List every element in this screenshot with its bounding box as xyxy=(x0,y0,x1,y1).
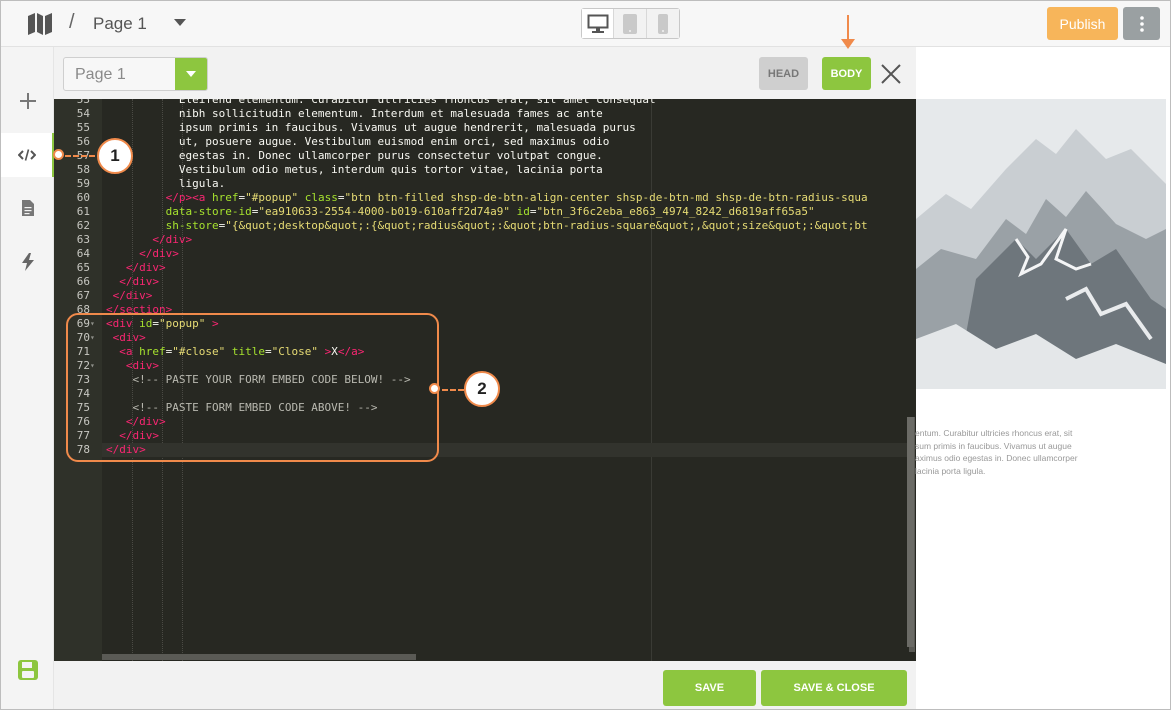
code-text: sh-store="{&quot;desktop&quot;:{&quot;ra… xyxy=(165,219,868,232)
sidebar-item-add[interactable] xyxy=(1,79,54,123)
code-line[interactable]: 60 </p><a href="#popup" class="btn btn-f… xyxy=(77,191,914,205)
code-line[interactable]: 56 ut, posuere augue. Vestibulum euismod… xyxy=(77,135,914,149)
code-line[interactable]: 62 sh-store="{&quot;desktop&quot;:{&quot… xyxy=(77,219,914,233)
line-number: 53 xyxy=(76,99,90,106)
phone-icon xyxy=(657,13,668,34)
page-select[interactable]: Page 1 xyxy=(63,57,208,91)
line-number: 54 xyxy=(76,107,90,120)
code-panel-footer: SAVE SAVE & CLOSE xyxy=(54,661,916,709)
code-line[interactable]: 53 Eleifend elementum. Curabitur ultrici… xyxy=(77,99,914,107)
desktop-view-button[interactable] xyxy=(582,9,615,38)
code-text: </div> xyxy=(152,233,193,246)
code-text: egestas in. Donec ullamcorper purus cons… xyxy=(106,149,603,162)
code-line[interactable]: 58 Vestibulum odio metus, interdum quis … xyxy=(77,163,914,177)
save-button[interactable]: SAVE xyxy=(663,670,756,706)
callout-badge-2: 2 xyxy=(464,371,500,407)
sidebar-item-save[interactable] xyxy=(1,648,54,692)
code-line[interactable]: 64 </div> xyxy=(77,247,914,261)
hero-mountain-image xyxy=(916,99,1166,389)
line-number: 63 xyxy=(76,233,90,246)
head-tab-button[interactable]: HEAD xyxy=(759,57,808,90)
document-icon xyxy=(21,200,34,216)
preview-paragraph: entum. Curabitur ultricies rhoncus erat,… xyxy=(915,427,1165,477)
tablet-view-button[interactable] xyxy=(614,9,647,38)
preview-text-line: sum primis in faucibus. Vivamus ut augue xyxy=(915,440,1072,451)
preview-text-line: lacinia porta ligula. xyxy=(915,465,986,476)
sidebar-item-pages[interactable] xyxy=(1,186,54,230)
code-line[interactable]: 63 </div> xyxy=(77,233,914,247)
annotation-dot xyxy=(429,383,440,394)
code-panel-header: Page 1 HEAD BODY xyxy=(54,47,916,99)
sidebar-item-actions[interactable] xyxy=(1,240,54,284)
chevron-down-icon[interactable] xyxy=(175,58,207,90)
floppy-disk-icon xyxy=(17,660,38,680)
annotation-leader xyxy=(442,389,464,391)
sidebar-item-code[interactable] xyxy=(1,133,54,177)
code-line[interactable]: 67 </div> xyxy=(77,289,914,303)
line-number: 56 xyxy=(76,135,90,148)
code-text: </p><a href="#popup" class="btn btn-fill… xyxy=(165,191,868,204)
desktop-icon xyxy=(587,14,609,33)
plus-icon xyxy=(19,93,36,109)
annotation-arrow xyxy=(847,15,849,41)
code-line[interactable]: 59 ligula. xyxy=(77,177,914,191)
line-number: 60 xyxy=(76,191,90,204)
phone-view-button[interactable] xyxy=(646,9,679,38)
line-number: 61 xyxy=(76,205,90,218)
code-text: Vestibulum odio metus, interdum quis tor… xyxy=(106,163,603,176)
publish-button[interactable]: Publish xyxy=(1047,7,1118,40)
annotation-leader xyxy=(65,155,95,157)
code-text: ipsum primis in faucibus. Vivamus ut aug… xyxy=(106,121,636,134)
more-vertical-icon xyxy=(1139,15,1144,32)
more-options-button[interactable] xyxy=(1123,7,1160,40)
breadcrumb-separator: / xyxy=(69,11,75,33)
code-line[interactable]: 55 ipsum primis in faucibus. Vivamus ut … xyxy=(77,121,914,135)
code-text: </div> xyxy=(112,289,153,302)
code-text: nibh sollicitudin elementum. Interdum et… xyxy=(106,107,603,120)
lightning-icon xyxy=(21,253,34,271)
code-line[interactable]: 66 </div> xyxy=(77,275,914,289)
line-number: 65 xyxy=(76,261,90,274)
line-number: 62 xyxy=(76,219,90,232)
line-number: 67 xyxy=(76,289,90,302)
code-text: Eleifend elementum. Curabitur ultricies … xyxy=(106,99,656,106)
code-text: </div> xyxy=(125,261,166,274)
line-number: 58 xyxy=(76,163,90,176)
top-bar: / Page 1 Publish xyxy=(1,1,1170,47)
code-icon xyxy=(17,149,36,161)
preview-text-line: entum. Curabitur ultricies rhoncus erat,… xyxy=(915,428,1073,438)
save-and-close-button[interactable]: SAVE & CLOSE xyxy=(761,670,907,706)
code-text: ut, posuere augue. Vestibulum euismod en… xyxy=(106,135,610,148)
code-line[interactable]: 65 </div> xyxy=(77,261,914,275)
code-text: </div> xyxy=(119,275,159,288)
code-line[interactable]: 54 nibh sollicitudin elementum. Interdum… xyxy=(77,107,914,121)
code-text: ligula. xyxy=(106,177,226,190)
callout-badge-1: 1 xyxy=(97,138,133,174)
page-title[interactable]: Page 1 xyxy=(93,14,147,34)
line-number: 66 xyxy=(76,275,90,288)
preview-scrollbar[interactable] xyxy=(907,417,914,647)
horizontal-scrollbar[interactable] xyxy=(102,654,416,660)
body-tab-button[interactable]: BODY xyxy=(822,57,871,90)
map-icon[interactable] xyxy=(27,12,53,36)
code-line[interactable]: 57 egestas in. Donec ullamcorper purus c… xyxy=(77,149,914,163)
preview-text-line: aximus odio egestas in. Donec ullamcorpe… xyxy=(915,453,1078,463)
app-window: / Page 1 Publish Page 1 HEAD BODY 53 Ele… xyxy=(0,0,1171,710)
page-select-value: Page 1 xyxy=(75,66,126,83)
caret-down-icon[interactable] xyxy=(174,19,186,26)
page-preview: entum. Curabitur ultricies rhoncus erat,… xyxy=(907,47,1170,709)
tablet-icon xyxy=(623,13,638,34)
line-number: 59 xyxy=(76,177,90,190)
left-sidebar xyxy=(1,47,54,709)
annotation-arrow-head xyxy=(841,39,855,49)
code-text: data-store-id="ea910633-2554-4000-b019-6… xyxy=(165,205,815,218)
close-icon[interactable] xyxy=(880,63,902,85)
device-toggle xyxy=(581,8,680,39)
highlight-box xyxy=(66,313,439,462)
code-line[interactable]: 61 data-store-id="ea910633-2554-4000-b01… xyxy=(77,205,914,219)
code-text: </div> xyxy=(139,247,179,260)
line-number: 64 xyxy=(76,247,90,260)
annotation-dot xyxy=(53,149,64,160)
line-number: 55 xyxy=(76,121,90,134)
